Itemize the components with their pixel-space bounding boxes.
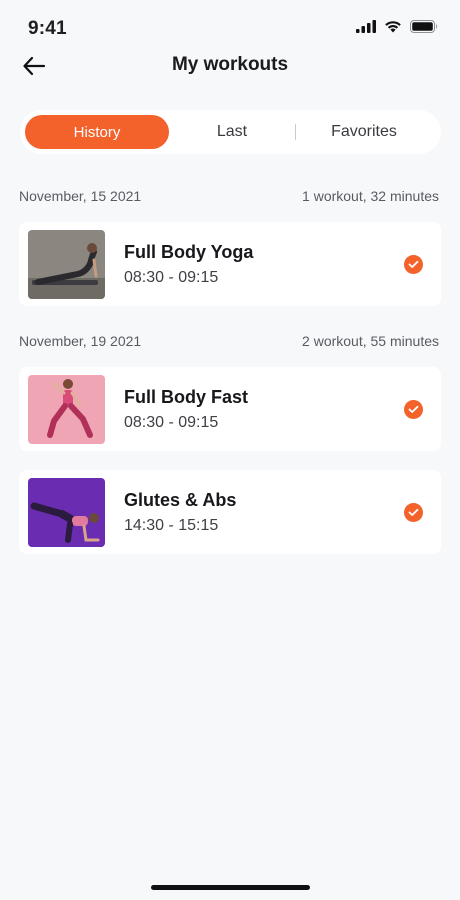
section-header: November, 19 2021 2 workout, 55 minutes bbox=[19, 333, 439, 349]
workout-thumbnail bbox=[28, 230, 105, 299]
workout-title: Full Body Yoga bbox=[124, 242, 254, 262]
workout-thumbnail bbox=[28, 478, 105, 547]
status-icons bbox=[356, 20, 438, 33]
workout-card[interactable]: Full Body Fast 08:30 - 09:15 bbox=[19, 367, 441, 451]
battery-icon bbox=[410, 20, 437, 33]
segmented-tabs: History Last Favorites bbox=[20, 110, 441, 154]
wifi-icon bbox=[385, 21, 401, 33]
section-header: November, 15 2021 1 workout, 32 minutes bbox=[19, 188, 439, 204]
section-summary: 2 workout, 55 minutes bbox=[302, 333, 439, 349]
status-time: 9:41 bbox=[28, 18, 67, 39]
page-title: My workouts bbox=[171, 54, 289, 75]
tab-history[interactable]: History bbox=[25, 115, 169, 149]
workout-time: 14:30 - 15:15 bbox=[124, 517, 219, 534]
tab-favorites[interactable]: Favorites bbox=[296, 115, 432, 149]
check-icon bbox=[404, 400, 423, 419]
workout-time: 08:30 - 09:15 bbox=[124, 269, 219, 286]
section-date: November, 15 2021 bbox=[19, 188, 142, 204]
check-icon bbox=[404, 503, 423, 522]
check-icon bbox=[404, 255, 423, 274]
workout-title: Glutes & Abs bbox=[124, 490, 237, 510]
tab-last[interactable]: Last bbox=[169, 115, 295, 149]
signal-icon bbox=[356, 20, 376, 33]
section-date: November, 19 2021 bbox=[19, 333, 142, 349]
workout-time: 08:30 - 09:15 bbox=[124, 414, 219, 431]
header: My workouts bbox=[0, 44, 460, 88]
workout-thumbnail bbox=[28, 375, 105, 444]
workout-card[interactable]: Glutes & Abs 14:30 - 15:15 bbox=[19, 470, 441, 554]
workout-card[interactable]: Full Body Yoga 08:30 - 09:15 bbox=[19, 222, 441, 306]
home-indicator[interactable] bbox=[151, 885, 310, 890]
workout-title: Full Body Fast bbox=[124, 387, 249, 407]
section-summary: 1 workout, 32 minutes bbox=[302, 188, 439, 204]
